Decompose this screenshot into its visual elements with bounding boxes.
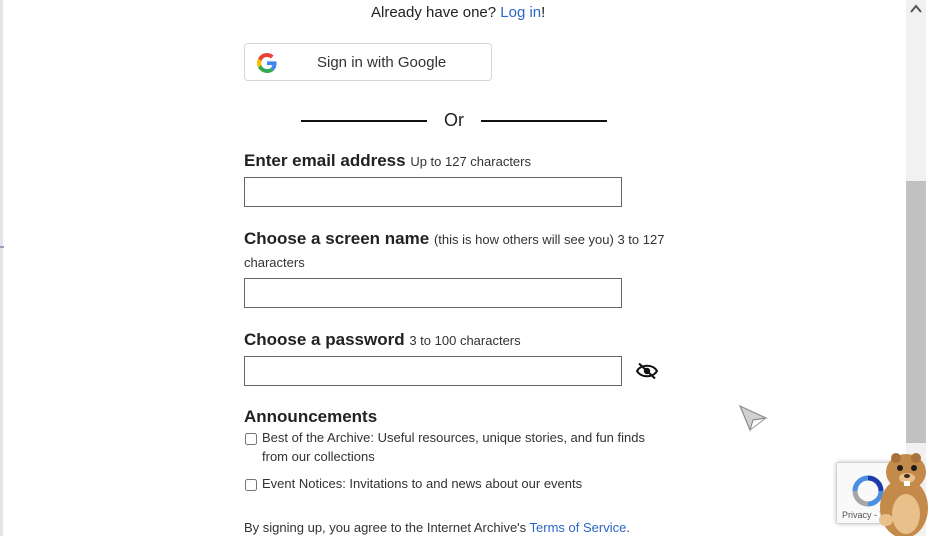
password-label-text: Choose a password [244,330,405,349]
best-of-archive-label-line1: Best of the Archive: Useful resources, u… [262,430,645,445]
email-field[interactable] [244,177,622,207]
email-label: Enter email address Up to 127 characters [244,151,531,171]
cursor-arrow-icon [738,404,768,432]
window-left-mark [0,246,4,248]
google-g-icon [257,53,277,73]
best-of-archive-label: Best of the Archive: Useful resources, u… [262,428,645,466]
password-field[interactable] [244,356,622,386]
event-notices-checkbox[interactable] [245,479,257,491]
gopher-mascot-icon [879,453,928,536]
event-notices-label: Event Notices: Invitations to and news a… [262,476,583,491]
screen-name-field[interactable] [244,278,622,308]
screen-name-hint: (this is how others will see you) 3 to 1… [433,232,665,247]
sign-in-with-google-button[interactable]: Sign in with Google [244,43,492,81]
email-hint: Up to 127 characters [410,154,531,169]
login-suffix: ! [541,4,546,21]
terms-of-service-link[interactable]: Terms of Service [530,520,627,535]
google-button-label: Sign in with Google [317,54,447,71]
scrollbar-thumb[interactable] [906,181,926,443]
window-left-edge [0,0,3,536]
eye-hidden-icon[interactable] [636,362,658,380]
already-have-account-line: Already have one? Log in! [371,4,545,21]
email-label-text: Enter email address [244,151,406,170]
already-text: Already have one? [371,4,497,21]
scroll-up-arrow-icon[interactable] [910,4,922,14]
password-label: Choose a password 3 to 100 characters [244,330,521,350]
best-of-archive-checkbox[interactable] [245,433,257,445]
best-of-archive-label-line2: from our collections [262,449,375,464]
screen-name-label: Choose a screen name (this is how others… [244,229,664,249]
password-hint: 3 to 100 characters [409,333,521,348]
login-link[interactable]: Log in [500,4,541,21]
screen-name-label-text: Choose a screen name [244,229,430,248]
terms-notice: By signing up, you agree to the Internet… [244,520,630,535]
terms-suffix: . [626,520,630,535]
screen-name-hint-continued: characters [244,255,305,270]
divider-line-right [481,120,607,122]
divider-line-left [301,120,427,122]
divider-or-text: Or [444,110,464,130]
terms-prefix: By signing up, you agree to the Internet… [244,520,527,535]
announcements-title: Announcements [244,407,378,426]
